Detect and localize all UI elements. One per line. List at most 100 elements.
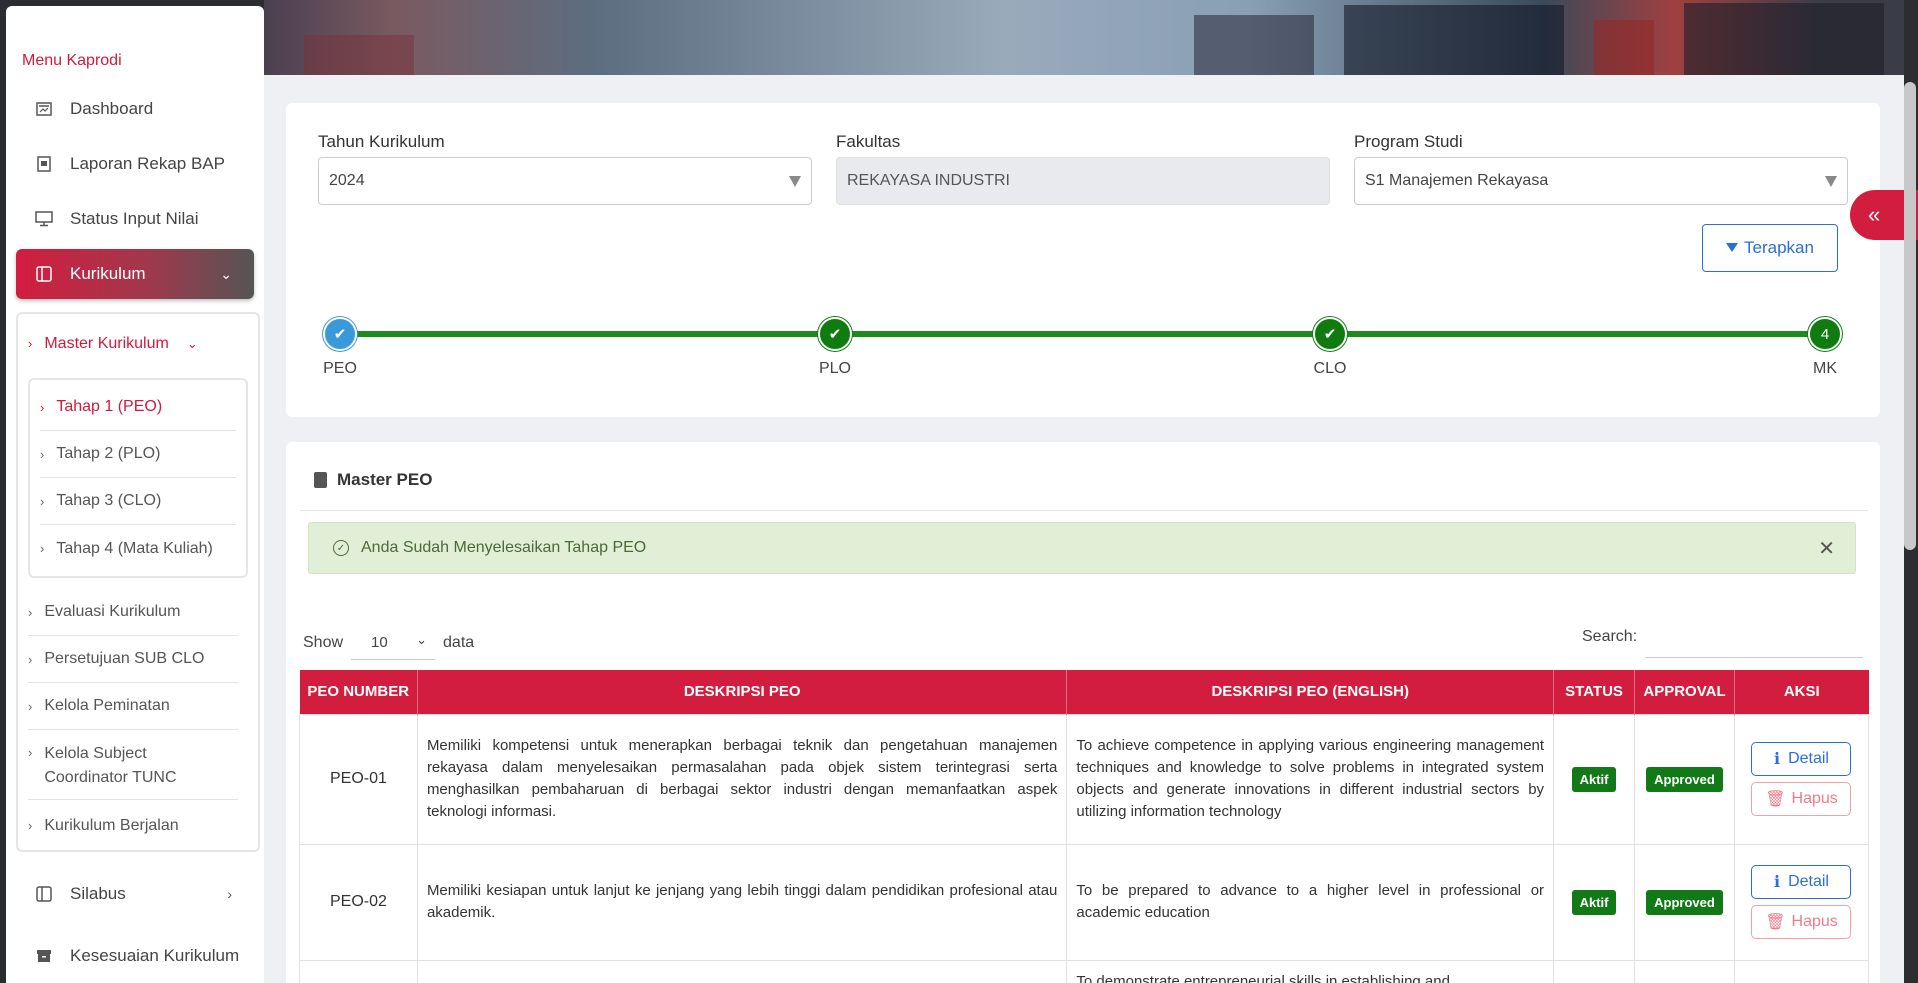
search-input[interactable] — [1645, 622, 1863, 658]
approval-badge: Approved — [1646, 766, 1723, 792]
column-header[interactable]: STATUS — [1553, 670, 1636, 714]
step-mk[interactable]: 4 — [1808, 317, 1842, 351]
sidebar-item-dashboard[interactable]: Dashboard — [16, 87, 254, 131]
program-studi-select[interactable]: S1 Manajemen Rekayasa — [1354, 157, 1848, 205]
tahun-kurikulum-select[interactable]: 2024 — [318, 157, 812, 205]
approval-cell: Approved — [1634, 843, 1735, 961]
chevron-right-icon: › — [40, 399, 45, 415]
terapkan-button[interactable]: Terapkan — [1702, 224, 1838, 272]
detail-label: Detail — [1788, 873, 1829, 890]
step-clo[interactable]: ✔ — [1313, 317, 1347, 351]
peo-table: PEO NUMBER DESKRIPSI PEO DESKRIPSI PEO (… — [299, 670, 1870, 983]
peo-number: PEO-01 — [299, 713, 418, 845]
sidebar-item-laporan-rekap-bap[interactable]: Laporan Rekap BAP — [16, 142, 254, 186]
submenu-item-label: Kelola Peminatan — [44, 697, 170, 714]
close-icon[interactable]: ✕ — [1818, 536, 1835, 561]
submenu-item-persetujuan-sub-clo[interactable]: › Persetujuan SUB CLO — [28, 636, 238, 683]
fakultas-field: REKAYASA INDUSTRI — [836, 157, 1330, 205]
chevron-right-icon: › — [28, 336, 33, 351]
banner-building — [304, 35, 414, 75]
show-label: Show — [303, 634, 344, 651]
submenu-item-kurikulum-berjalan[interactable]: › Kurikulum Berjalan — [28, 802, 238, 849]
section-icon — [314, 472, 327, 488]
action-cell — [1733, 959, 1870, 983]
info-icon: ℹ — [1773, 874, 1781, 891]
submenu-item-kelola-peminatan[interactable]: › Kelola Peminatan — [28, 683, 238, 730]
approval-cell: Approved — [1634, 713, 1735, 845]
header-banner — [264, 0, 1904, 75]
table-header-row: PEO NUMBER DESKRIPSI PEO DESKRIPSI PEO (… — [299, 670, 1869, 714]
submenu-item-kelola-subject-coordinator[interactable]: › Kelola Subject Coordinator TUNC — [28, 730, 238, 800]
sidebar-item-label: Laporan Rekap BAP — [70, 154, 225, 173]
sidebar-item-kesesuaian-kurikulum[interactable]: Kesesuaian Kurikulum — [16, 934, 254, 978]
column-header[interactable]: AKSI — [1734, 670, 1869, 714]
submenu-item-tahap-3[interactable]: › Tahap 3 (CLO) — [40, 478, 236, 525]
filter-icon — [1726, 242, 1739, 252]
archive-icon — [34, 946, 54, 966]
status-cell — [1553, 959, 1636, 983]
entries-per-page-select[interactable]: 10 ⌄ — [351, 626, 436, 660]
action-cell: ℹ Detail 🗑 Hapus — [1733, 713, 1870, 845]
peo-number — [299, 959, 418, 983]
sidebar: Menu Kaprodi Dashboard Laporan Rekap BAP… — [6, 6, 264, 983]
column-header[interactable]: DESKRIPSI PEO — [417, 670, 1068, 714]
trash-icon: 🗑 — [1765, 791, 1786, 808]
chevron-right-icon: › — [28, 818, 33, 833]
tahun-kurikulum-value: 2024 — [329, 172, 365, 189]
status-badge: Aktif — [1571, 889, 1617, 915]
sidebar-item-status-input-nilai[interactable]: Status Input Nilai — [16, 197, 254, 241]
chevron-right-icon: › — [227, 886, 232, 902]
filter-card — [286, 103, 1880, 417]
detail-button[interactable]: ℹ Detail — [1751, 865, 1852, 899]
submenu-item-master-kurikulum[interactable]: › Master Kurikulum ⌄ — [28, 320, 238, 367]
check-circle-icon: ✓ — [333, 540, 349, 556]
alert-text: Anda Sudah Menyelesaikan Tahap PEO — [361, 539, 647, 556]
submenu-item-evaluasi-kurikulum[interactable]: › Evaluasi Kurikulum — [28, 589, 238, 636]
sidebar-item-kurikulum[interactable]: Kurikulum ⌄ — [16, 249, 254, 299]
submenu-item-tahap-4[interactable]: › Tahap 4 (Mata Kuliah) — [40, 525, 236, 572]
tahun-kurikulum-label: Tahun Kurikulum — [318, 132, 445, 151]
detail-button[interactable]: ℹ Detail — [1751, 742, 1852, 776]
step-peo[interactable]: ✔ — [323, 317, 357, 351]
banner-building — [1594, 20, 1654, 75]
peo-description — [416, 959, 1068, 983]
status-cell: Aktif — [1553, 843, 1636, 961]
chevron-down-icon: ⌄ — [220, 265, 232, 282]
submenu-item-tahap-1[interactable]: › Tahap 1 (PEO) — [40, 384, 236, 431]
table-row: PEO-01 Memiliki kompetensi untuk menerap… — [299, 713, 1870, 845]
program-studi-value: S1 Manajemen Rekayasa — [1365, 172, 1549, 189]
peo-number: PEO-02 — [299, 843, 418, 961]
sidebar-item-label: Status Input Nilai — [70, 209, 199, 228]
banner-building — [1684, 3, 1884, 75]
peo-description: Memiliki kesiapan untuk lanjut ke jenjan… — [416, 843, 1068, 961]
peo-description-english: To achieve competence in applying variou… — [1066, 713, 1555, 845]
submenu-item-label: Kelola Subject Coordinator TUNC — [44, 745, 177, 786]
step-plo[interactable]: ✔ — [818, 317, 852, 351]
data-label: data — [443, 634, 475, 651]
fakultas-label: Fakultas — [836, 132, 901, 151]
hapus-button[interactable]: 🗑 Hapus — [1751, 782, 1852, 816]
chevron-down-icon: ⌄ — [416, 632, 428, 647]
status-cell: Aktif — [1553, 713, 1636, 845]
chevron-right-icon: › — [28, 651, 33, 667]
sidebar-item-silabus[interactable]: Silabus › — [16, 872, 254, 916]
page-scrollbar[interactable] — [1904, 82, 1916, 550]
program-studi-label: Program Studi — [1354, 132, 1463, 151]
hapus-button[interactable]: 🗑 Hapus — [1751, 905, 1852, 939]
caret-down-icon — [789, 176, 801, 187]
info-icon: ℹ — [1773, 751, 1781, 768]
submenu-item-label: Tahap 4 (Mata Kuliah) — [56, 539, 213, 557]
peo-description-english: To demonstrate entrepreneurial skills in… — [1066, 959, 1555, 983]
column-header[interactable]: PEO NUMBER — [299, 670, 418, 714]
check-icon: ✔ — [1323, 326, 1337, 343]
chevron-down-icon: ⌄ — [186, 335, 198, 351]
caret-down-icon — [1825, 176, 1837, 187]
column-header[interactable]: DESKRIPSI PEO (ENGLISH) — [1066, 670, 1555, 714]
submenu-item-tahap-2[interactable]: › Tahap 2 (PLO) — [40, 431, 236, 478]
book-icon — [34, 264, 54, 284]
check-icon: ✔ — [333, 326, 347, 343]
column-header[interactable]: APPROVAL — [1634, 670, 1735, 714]
hapus-label: Hapus — [1791, 790, 1838, 807]
step-label-mk: MK — [1813, 360, 1837, 377]
section-title: Master PEO — [337, 470, 433, 489]
